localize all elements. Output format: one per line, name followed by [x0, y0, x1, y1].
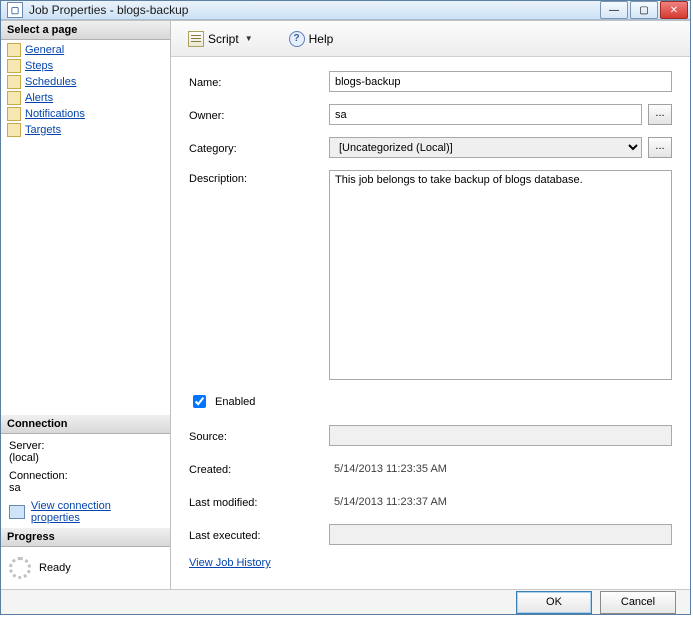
page-notifications[interactable]: Notifications: [1, 106, 170, 122]
server-label: Server:: [9, 440, 162, 452]
owner-input[interactable]: [329, 104, 642, 125]
page-label: Alerts: [25, 92, 53, 104]
connection-section: Server: (local) Connection: sa View conn…: [1, 434, 170, 528]
page-label: Targets: [25, 124, 61, 136]
help-label: Help: [309, 32, 334, 46]
script-button[interactable]: Script ▼: [181, 28, 262, 50]
dialog-body: Select a page General Steps Schedules Al…: [1, 20, 690, 589]
enabled-label: Enabled: [215, 396, 255, 408]
sidebar-spacer: [1, 140, 170, 415]
page-icon: [7, 107, 21, 121]
general-form: Name: Owner: ... Category:: [171, 57, 690, 589]
name-input[interactable]: [329, 71, 672, 92]
name-label: Name:: [189, 74, 329, 89]
maximize-button[interactable]: ▢: [630, 1, 658, 19]
window-title: Job Properties - blogs-backup: [29, 3, 598, 17]
page-targets[interactable]: Targets: [1, 122, 170, 138]
page-icon: [7, 91, 21, 105]
page-label: Schedules: [25, 76, 76, 88]
connection-label: Connection:: [9, 470, 162, 482]
progress-header: Progress: [1, 528, 170, 547]
connection-value: sa: [9, 482, 162, 494]
page-list: General Steps Schedules Alerts Notificat…: [1, 40, 170, 140]
toolbar: Script ▼ ? Help: [171, 21, 690, 57]
app-icon: ▢: [7, 2, 23, 18]
cancel-button[interactable]: Cancel: [600, 591, 676, 614]
page-general[interactable]: General: [1, 42, 170, 58]
progress-section: Ready: [1, 547, 170, 589]
description-label: Description:: [189, 170, 329, 185]
page-label: General: [25, 44, 64, 56]
description-textarea[interactable]: This job belongs to take backup of blogs…: [329, 170, 672, 380]
created-value: [329, 458, 672, 479]
category-label: Category:: [189, 140, 329, 155]
page-schedules[interactable]: Schedules: [1, 74, 170, 90]
category-select[interactable]: [Uncategorized (Local)]: [329, 137, 642, 158]
minimize-button[interactable]: —: [600, 1, 628, 19]
page-icon: [7, 43, 21, 57]
progress-spinner-icon: [9, 557, 31, 579]
main-panel: Script ▼ ? Help Name: Owner:: [171, 21, 690, 589]
modified-value: [329, 491, 672, 512]
page-icon: [7, 75, 21, 89]
source-value: [329, 425, 672, 446]
connection-header: Connection: [1, 415, 170, 434]
close-button[interactable]: ✕: [660, 1, 688, 19]
page-label: Notifications: [25, 108, 85, 120]
server-value: (local): [9, 452, 162, 464]
job-properties-window: ▢ Job Properties - blogs-backup — ▢ ✕ Se…: [0, 0, 691, 615]
dialog-footer: OK Cancel: [1, 589, 690, 614]
page-icon: [7, 123, 21, 137]
executed-label: Last executed:: [189, 527, 329, 542]
script-icon: [188, 31, 204, 47]
chevron-down-icon[interactable]: ▼: [243, 34, 255, 43]
sidebar: Select a page General Steps Schedules Al…: [1, 21, 171, 589]
page-icon: [7, 59, 21, 73]
view-connection-properties-link[interactable]: View connection properties: [31, 500, 162, 524]
titlebar[interactable]: ▢ Job Properties - blogs-backup — ▢ ✕: [1, 1, 690, 20]
created-label: Created:: [189, 461, 329, 476]
script-label: Script: [208, 32, 239, 46]
owner-label: Owner:: [189, 107, 329, 122]
help-button[interactable]: ? Help: [282, 28, 341, 50]
help-icon: ?: [289, 31, 305, 47]
modified-label: Last modified:: [189, 494, 329, 509]
select-page-header: Select a page: [1, 21, 170, 40]
owner-browse-button[interactable]: ...: [648, 104, 672, 125]
page-steps[interactable]: Steps: [1, 58, 170, 74]
view-job-history-link[interactable]: View Job History: [189, 557, 271, 569]
source-label: Source:: [189, 428, 329, 443]
connection-properties-icon: [9, 505, 25, 519]
progress-status: Ready: [39, 562, 71, 574]
enabled-checkbox[interactable]: [193, 395, 206, 408]
page-alerts[interactable]: Alerts: [1, 90, 170, 106]
ok-button[interactable]: OK: [516, 591, 592, 614]
category-browse-button[interactable]: ...: [648, 137, 672, 158]
page-label: Steps: [25, 60, 53, 72]
executed-value: [329, 524, 672, 545]
